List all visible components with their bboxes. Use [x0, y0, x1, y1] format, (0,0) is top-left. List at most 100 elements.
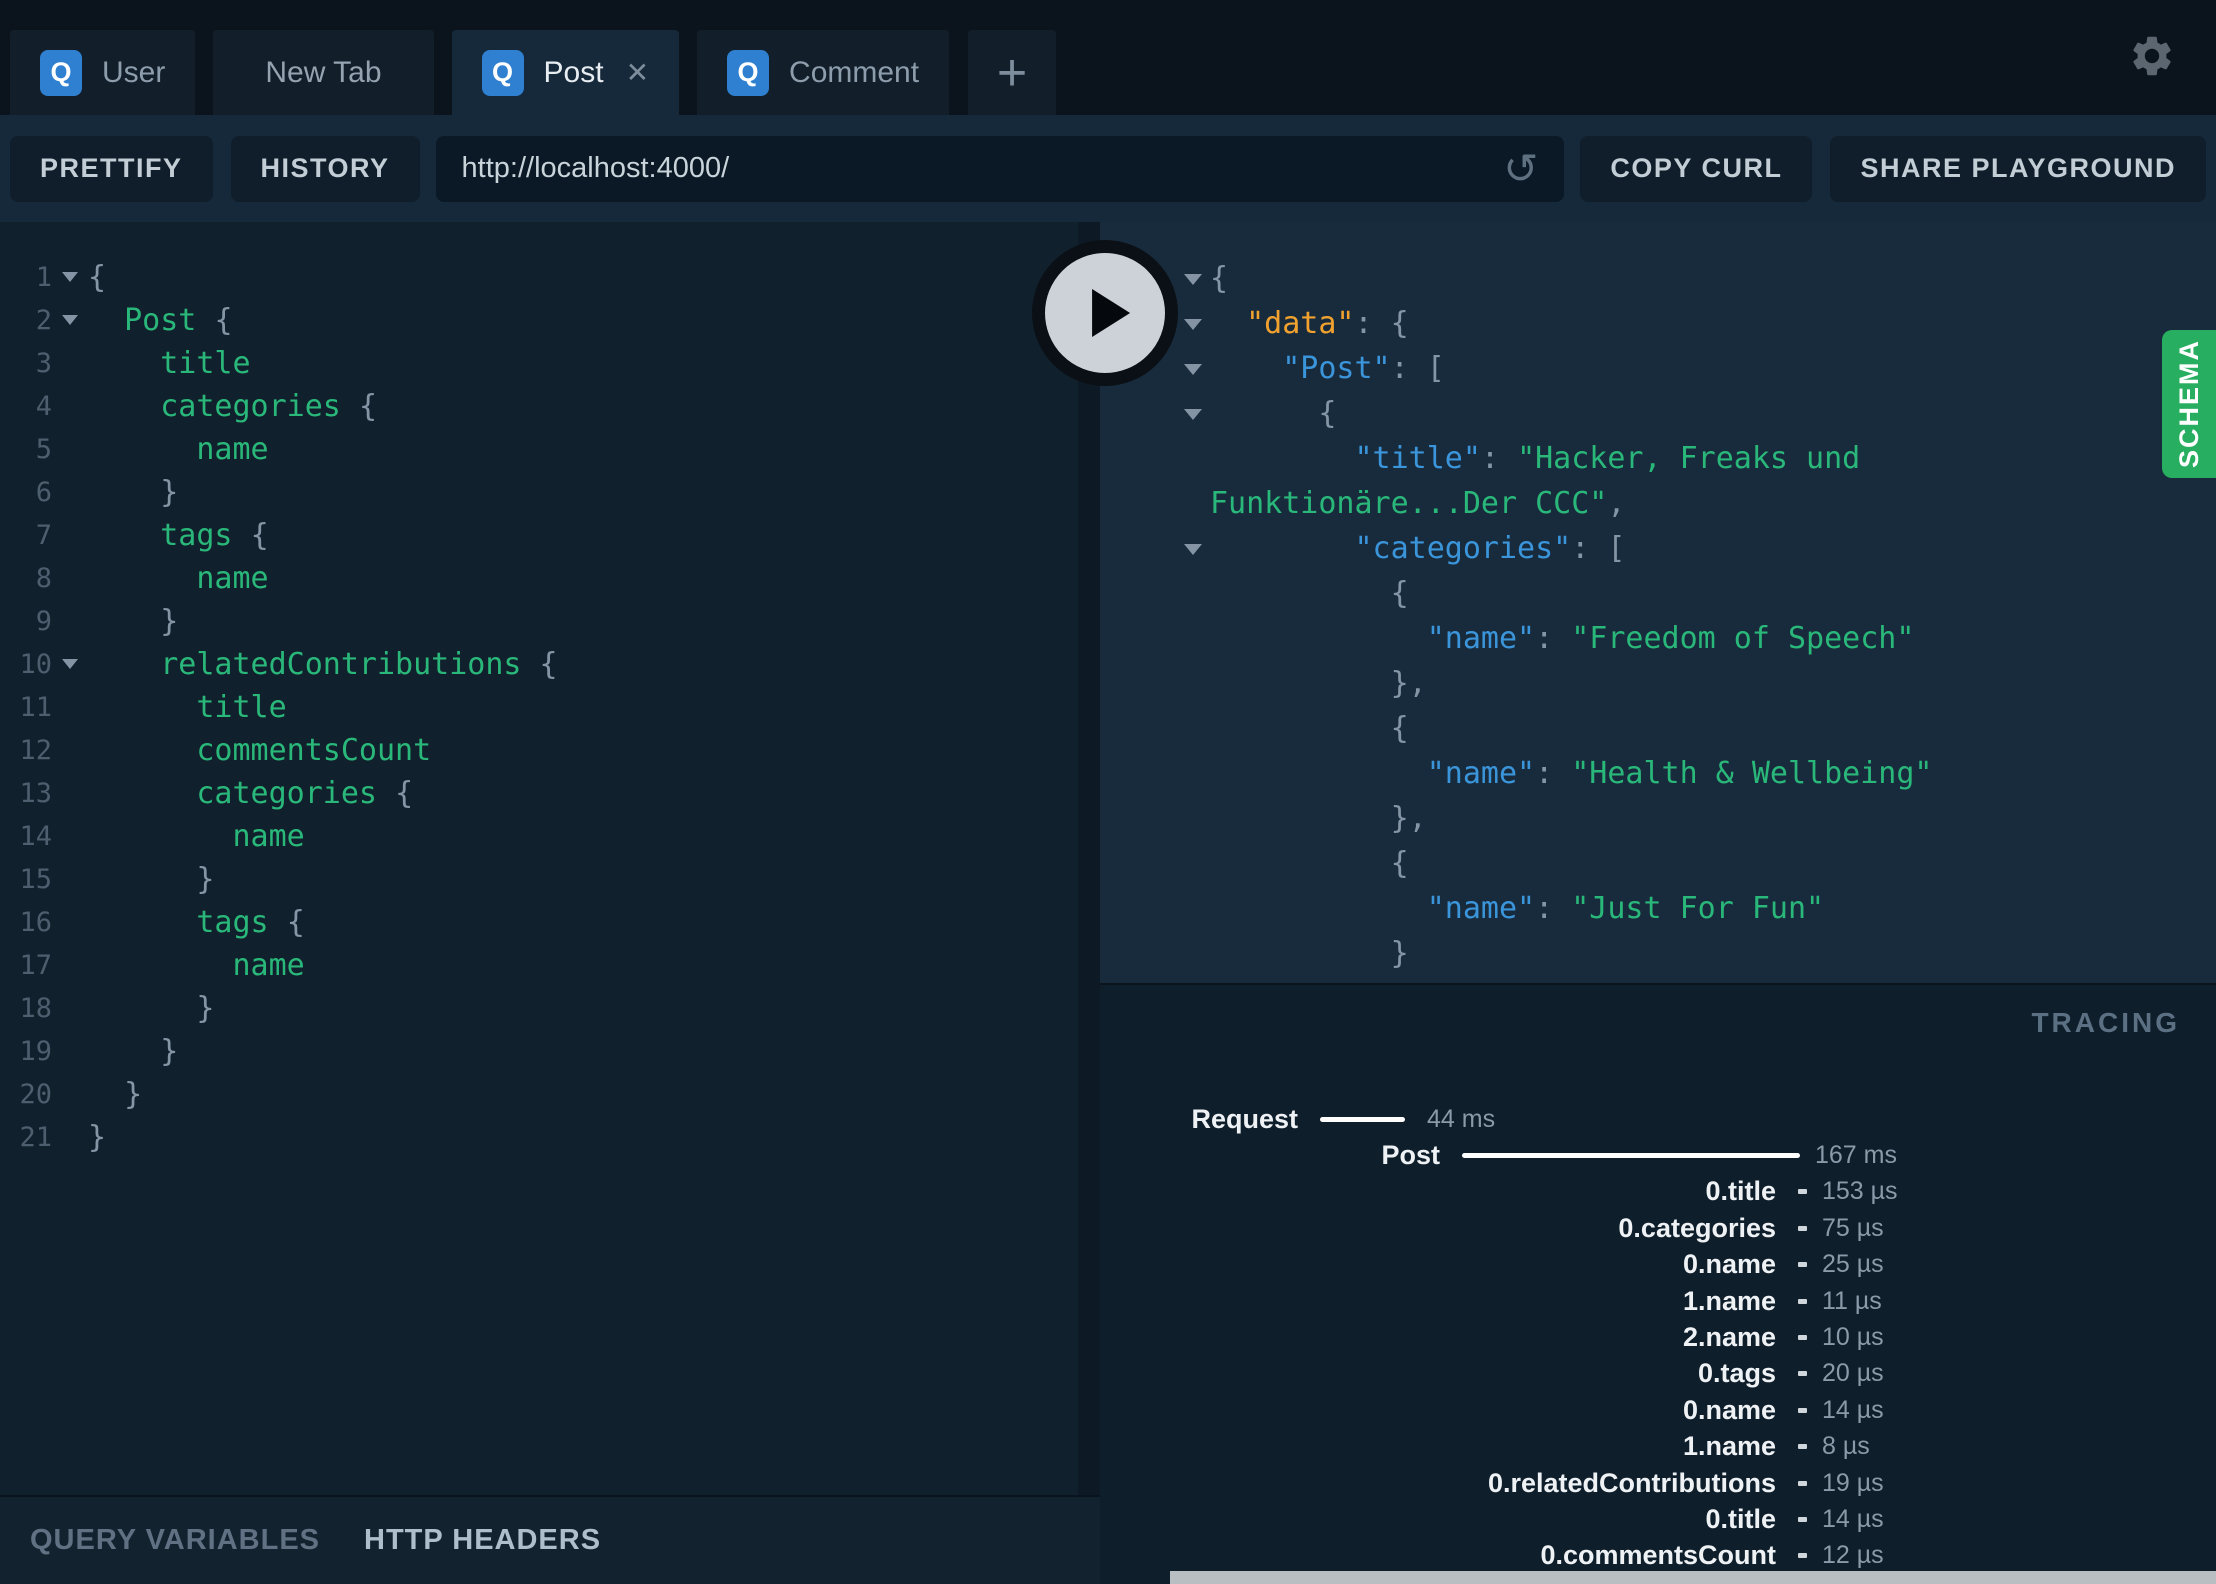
horizontal-scrollbar[interactable] [1170, 1571, 2216, 1584]
tracing-resolver-label: 0.title [1705, 1176, 1776, 1207]
query-tab[interactable]: Q User [10, 30, 196, 115]
tracing-row: 0.tags 20 µs [1100, 1356, 2216, 1392]
tracing-duration-value: 75 µs [1822, 1213, 1884, 1242]
query-editor-line: 5 name [0, 428, 1078, 471]
response-line: "Post": [ [1100, 346, 2216, 391]
fold-arrow-icon[interactable] [1184, 543, 1202, 555]
tracing-dash [1798, 1553, 1807, 1559]
tracing-resolver-label: Post [1381, 1140, 1440, 1171]
line-number: 10 [19, 649, 52, 680]
tracing-row: 0.name 25 µs [1100, 1247, 2216, 1283]
query-editor-line: 16 tags { [0, 901, 1078, 944]
response-json: }, [1390, 666, 1427, 701]
execute-query-button[interactable] [1032, 240, 1178, 386]
tab-label: Comment [789, 55, 920, 89]
schema-side-tab[interactable]: SCHEMA [2162, 330, 2216, 478]
tracing-row: Request 44 ms [1100, 1101, 2216, 1137]
top-bar: Q User New Tab Q Post ✕ Q Comment + [0, 0, 2216, 115]
endpoint-url-field[interactable]: ↺ [435, 135, 1565, 202]
tracing-dash [1798, 1516, 1807, 1522]
tracing-resolver-label: 0.categories [1618, 1212, 1776, 1243]
tracing-panel: TRACING Request 44 ms Post 167 ms 0.titl… [1100, 985, 2216, 1584]
tracing-dash [1798, 1298, 1807, 1304]
response-json: Funktionäre...Der CCC", [1210, 486, 1626, 521]
line-number: 18 [19, 993, 52, 1024]
response-json: "name": "Just For Fun" [1426, 891, 1825, 926]
query-code: relatedContributions { [160, 647, 558, 682]
http-headers-tab[interactable]: HTTP HEADERS [364, 1524, 601, 1557]
query-code: Post { [124, 303, 233, 338]
tracing-resolver-label: 0.name [1682, 1249, 1776, 1280]
tracing-duration-value: 12 µs [1822, 1541, 1884, 1570]
new-tab-button[interactable]: + [968, 30, 1056, 115]
line-number: 14 [19, 821, 52, 852]
response-json: }, [1390, 801, 1427, 836]
query-editor-line: 3 title [0, 342, 1078, 385]
tracing-resolver-label: 1.name [1682, 1431, 1776, 1462]
tracing-duration-value: 14 µs [1822, 1504, 1884, 1533]
tracing-row: 2.name 10 µs [1100, 1319, 2216, 1355]
response-line: "name": "Freedom of Speech" [1100, 616, 2216, 661]
tracing-duration-value: 25 µs [1822, 1250, 1884, 1279]
response-json: "data": { [1246, 306, 1409, 341]
query-variables-tab[interactable]: QUERY VARIABLES [30, 1524, 320, 1557]
query-editor-line: 17 name [0, 944, 1078, 987]
query-code: } [160, 604, 179, 639]
pane-resize-divider[interactable] [1078, 222, 1100, 1495]
fold-arrow-icon[interactable] [1184, 408, 1202, 420]
tracing-dash [1798, 1407, 1807, 1413]
query-code: commentsCount [196, 733, 432, 768]
response-line: "title": "Hacker, Freaks und [1100, 436, 2216, 481]
query-code: tags { [196, 905, 305, 940]
line-number: 21 [19, 1122, 52, 1153]
query-code: } [124, 1077, 143, 1112]
fold-arrow-icon[interactable] [1184, 363, 1202, 375]
line-number: 5 [35, 434, 52, 465]
history-button[interactable]: HISTORY [230, 135, 420, 202]
settings-gear-icon[interactable] [2128, 32, 2176, 80]
tab-bar: Q User New Tab Q Post ✕ Q Comment [10, 30, 950, 115]
tracing-dash [1798, 1480, 1807, 1486]
prettify-button[interactable]: PRETTIFY [10, 135, 213, 202]
share-playground-button[interactable]: SHARE PLAYGROUND [1830, 135, 2206, 202]
query-editor[interactable]: 1 { 2 Post { 3 title 4 categories { 5 na… [0, 222, 1078, 1495]
line-number: 13 [19, 778, 52, 809]
tracing-resolver-label: 1.name [1682, 1285, 1776, 1316]
line-number: 8 [35, 563, 52, 594]
query-tab[interactable]: Q Comment [697, 30, 950, 115]
query-code: { [88, 260, 107, 295]
tracing-duration-value: 20 µs [1822, 1359, 1884, 1388]
response-line: { [1100, 391, 2216, 436]
line-number: 6 [35, 477, 52, 508]
response-line: "name": "Health & Wellbeing" [1100, 751, 2216, 796]
close-tab-icon[interactable]: ✕ [626, 56, 649, 89]
query-editor-line: 18 } [0, 987, 1078, 1030]
response-line: }, [1100, 661, 2216, 706]
query-code: } [160, 475, 179, 510]
tracing-row: 0.title 153 µs [1100, 1174, 2216, 1210]
line-number: 1 [35, 262, 52, 293]
line-number: 9 [35, 606, 52, 637]
response-json: "Post": [ [1282, 351, 1445, 386]
line-number: 12 [19, 735, 52, 766]
line-number: 17 [19, 950, 52, 981]
response-line: "data": { [1100, 301, 2216, 346]
copy-curl-button[interactable]: COPY CURL [1580, 135, 1813, 202]
endpoint-url-input[interactable] [461, 152, 1488, 185]
query-editor-line: 6 } [0, 471, 1078, 514]
tracing-row: 0.title 14 µs [1100, 1501, 2216, 1537]
fold-arrow-icon[interactable] [1184, 318, 1202, 330]
query-type-badge: Q [481, 49, 524, 96]
query-tab[interactable]: New Tab [213, 30, 434, 115]
query-code: } [160, 1034, 179, 1069]
response-line: { [1100, 841, 2216, 886]
refresh-schema-icon[interactable]: ↺ [1503, 147, 1538, 190]
tracing-resolver-label: 0.commentsCount [1540, 1540, 1776, 1571]
response-line: }, [1100, 796, 2216, 841]
query-code: tags { [160, 518, 269, 553]
fold-arrow-icon[interactable] [1184, 273, 1202, 285]
query-tab[interactable]: Q Post ✕ [451, 30, 680, 115]
tracing-row: 0.categories 75 µs [1100, 1210, 2216, 1246]
query-editor-line: 10 relatedContributions { [0, 643, 1078, 686]
response-json: { [1210, 261, 1229, 296]
